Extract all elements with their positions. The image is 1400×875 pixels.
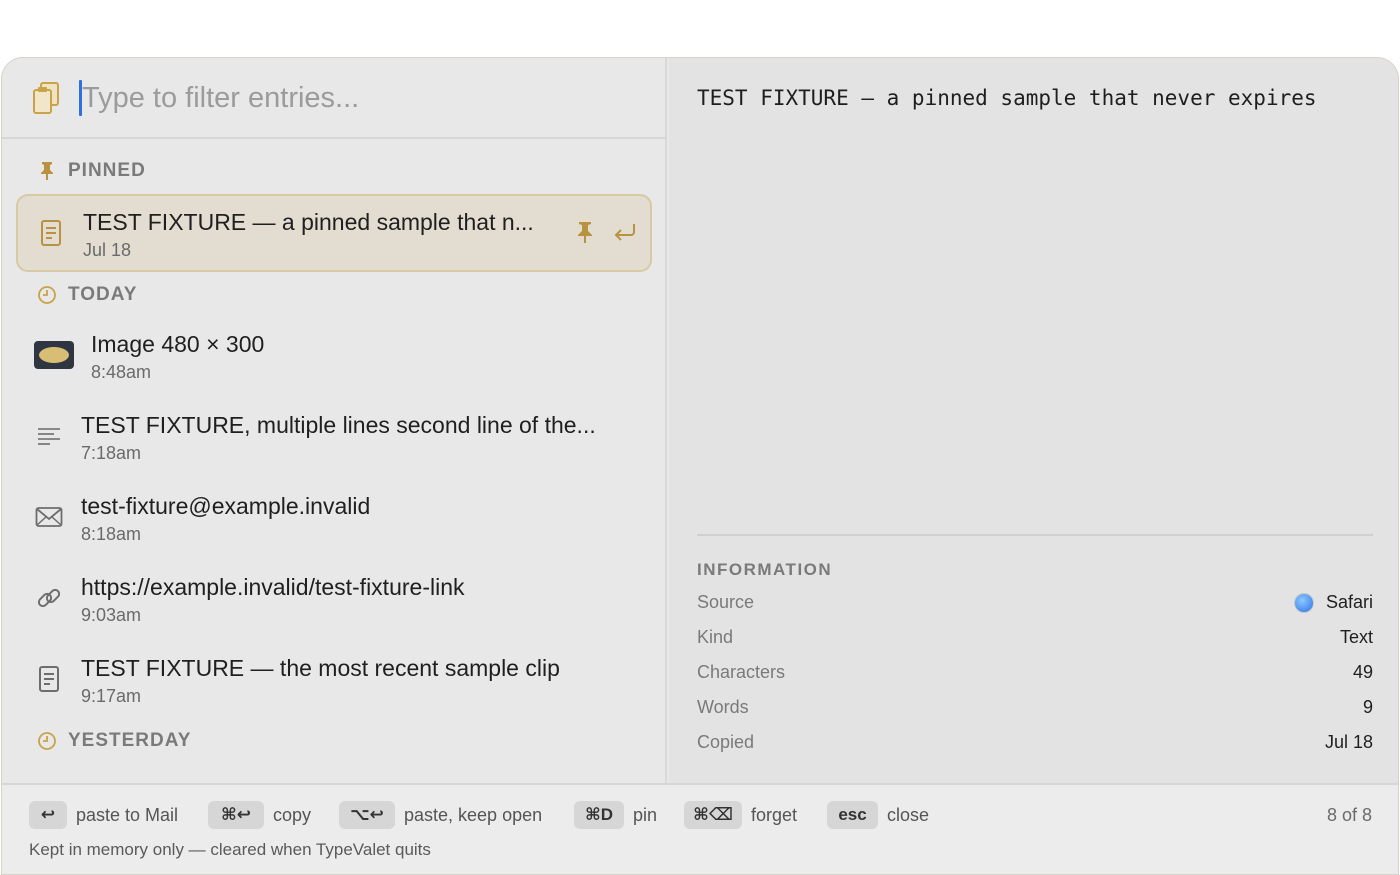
info-value: Text	[1339, 627, 1373, 647]
info-value: 49	[1352, 662, 1373, 682]
entry-title: Image 480 × 300	[91, 331, 265, 357]
section-pinned: PINNED	[36, 159, 146, 183]
image-thumbnail	[34, 340, 74, 370]
info-value: 9	[1362, 697, 1373, 717]
info-key: Words	[697, 697, 749, 717]
list-item[interactable]: TEST FIXTURE, multiple lines second line…	[16, 399, 652, 477]
entry-title: https://example.invalid/test-fixture-lin…	[81, 574, 465, 600]
info-value: Safari	[1293, 592, 1373, 613]
hint-paste[interactable]: ↩ paste to Mail	[29, 801, 178, 829]
search-bar	[2, 58, 667, 139]
info-key: Source	[697, 592, 755, 612]
shortcut-footer: ↩ paste to Mail ⌘↩ copy ⌥↩ paste, keep o…	[2, 783, 1398, 874]
hint-label: paste, keep open	[404, 804, 543, 825]
entry-count: 8 of 8	[1326, 805, 1372, 825]
entry-title: TEST FIXTURE, multiple lines second line…	[81, 412, 596, 438]
hint-paste-keep-open[interactable]: ⌥↩ paste, keep open	[339, 801, 542, 829]
key-return: ↩	[29, 801, 67, 829]
return-paste-icon[interactable]	[612, 220, 638, 244]
info-row-copied: Copied Jul 18	[697, 732, 1373, 756]
info-row-kind: Kind Text	[697, 627, 1373, 651]
link-icon	[34, 583, 64, 613]
document-icon	[34, 664, 64, 694]
clock-icon	[36, 730, 58, 752]
entry-title: test-fixture@example.invalid	[81, 493, 371, 519]
info-row-source: Source Safari	[697, 592, 1373, 616]
hint-label: close	[887, 804, 930, 825]
key-opt-return: ⌥↩	[339, 801, 395, 829]
info-title: INFORMATION	[697, 560, 833, 579]
hint-close[interactable]: esc close	[827, 801, 929, 829]
entry-time: 8:48am	[91, 362, 152, 382]
entry-title: TEST FIXTURE — the most recent sample cl…	[81, 655, 560, 681]
info-value-text: Safari	[1325, 592, 1373, 612]
list-item-selected[interactable]: TEST FIXTURE — a pinned sample that n...…	[16, 194, 652, 272]
hint-label: forget	[751, 804, 798, 825]
clipboard-app-icon	[33, 82, 59, 114]
entry-time: 8:18am	[81, 524, 142, 544]
document-icon	[36, 218, 66, 248]
list-item[interactable]: Image 480 × 300 8:48am	[16, 318, 652, 396]
entry-time: Jul 18	[83, 240, 132, 260]
list-item[interactable]: test-fixture@example.invalid 8:18am	[16, 480, 652, 558]
info-key: Copied	[697, 732, 755, 752]
hint-forget[interactable]: ⌘⌫ forget	[684, 801, 797, 829]
list-item[interactable]: TEST FIXTURE — the most recent sample cl…	[16, 642, 652, 720]
info-key: Kind	[697, 627, 734, 647]
hint-copy[interactable]: ⌘↩ copy	[208, 801, 311, 829]
entry-time: 9:17am	[81, 686, 142, 706]
section-yesterday: YESTERDAY	[36, 729, 191, 753]
hint-label: copy	[273, 804, 312, 825]
section-title-today: TODAY	[68, 284, 138, 305]
section-title-pinned: PINNED	[68, 160, 146, 181]
list-item[interactable]: https://example.invalid/test-fixture-lin…	[16, 561, 652, 639]
text-lines-icon	[34, 421, 64, 451]
memory-note: Kept in memory only — cleared when TypeV…	[29, 840, 431, 859]
preview-text: TEST FIXTURE — a pinned sample that neve…	[697, 86, 1317, 110]
key-cmd-return: ⌘↩	[208, 801, 264, 829]
entry-time: 9:03am	[81, 605, 142, 625]
divider	[697, 534, 1373, 536]
info-row-words: Words 9	[697, 697, 1373, 721]
section-today: TODAY	[36, 283, 137, 307]
info-key: Characters	[697, 662, 786, 682]
clock-icon	[36, 284, 58, 306]
search-input[interactable]	[82, 76, 642, 120]
entries-pane: PINNED TEST FIXTURE — a pinned sample th…	[2, 58, 667, 783]
entry-time: 7:18am	[81, 443, 142, 463]
info-value: Jul 18	[1324, 732, 1373, 752]
pin-button-icon[interactable]	[573, 220, 597, 244]
key-cmd-delete: ⌘⌫	[684, 801, 742, 829]
pin-icon	[36, 160, 58, 182]
entry-title: TEST FIXTURE — a pinned sample that n...	[83, 209, 534, 235]
info-row-characters: Characters 49	[697, 662, 1373, 686]
hint-label: pin	[633, 804, 658, 825]
safari-icon	[1293, 592, 1314, 613]
clipboard-history-window: PINNED TEST FIXTURE — a pinned sample th…	[1, 57, 1399, 875]
hint-label: paste to Mail	[76, 804, 179, 825]
hint-pin[interactable]: ⌘D pin	[574, 801, 657, 829]
key-cmd-d: ⌘D	[574, 801, 624, 829]
section-title-yesterday: YESTERDAY	[68, 730, 192, 751]
preview-pane: TEST FIXTURE — a pinned sample that neve…	[669, 58, 1398, 783]
key-esc: esc	[827, 801, 878, 829]
envelope-icon	[34, 502, 64, 532]
